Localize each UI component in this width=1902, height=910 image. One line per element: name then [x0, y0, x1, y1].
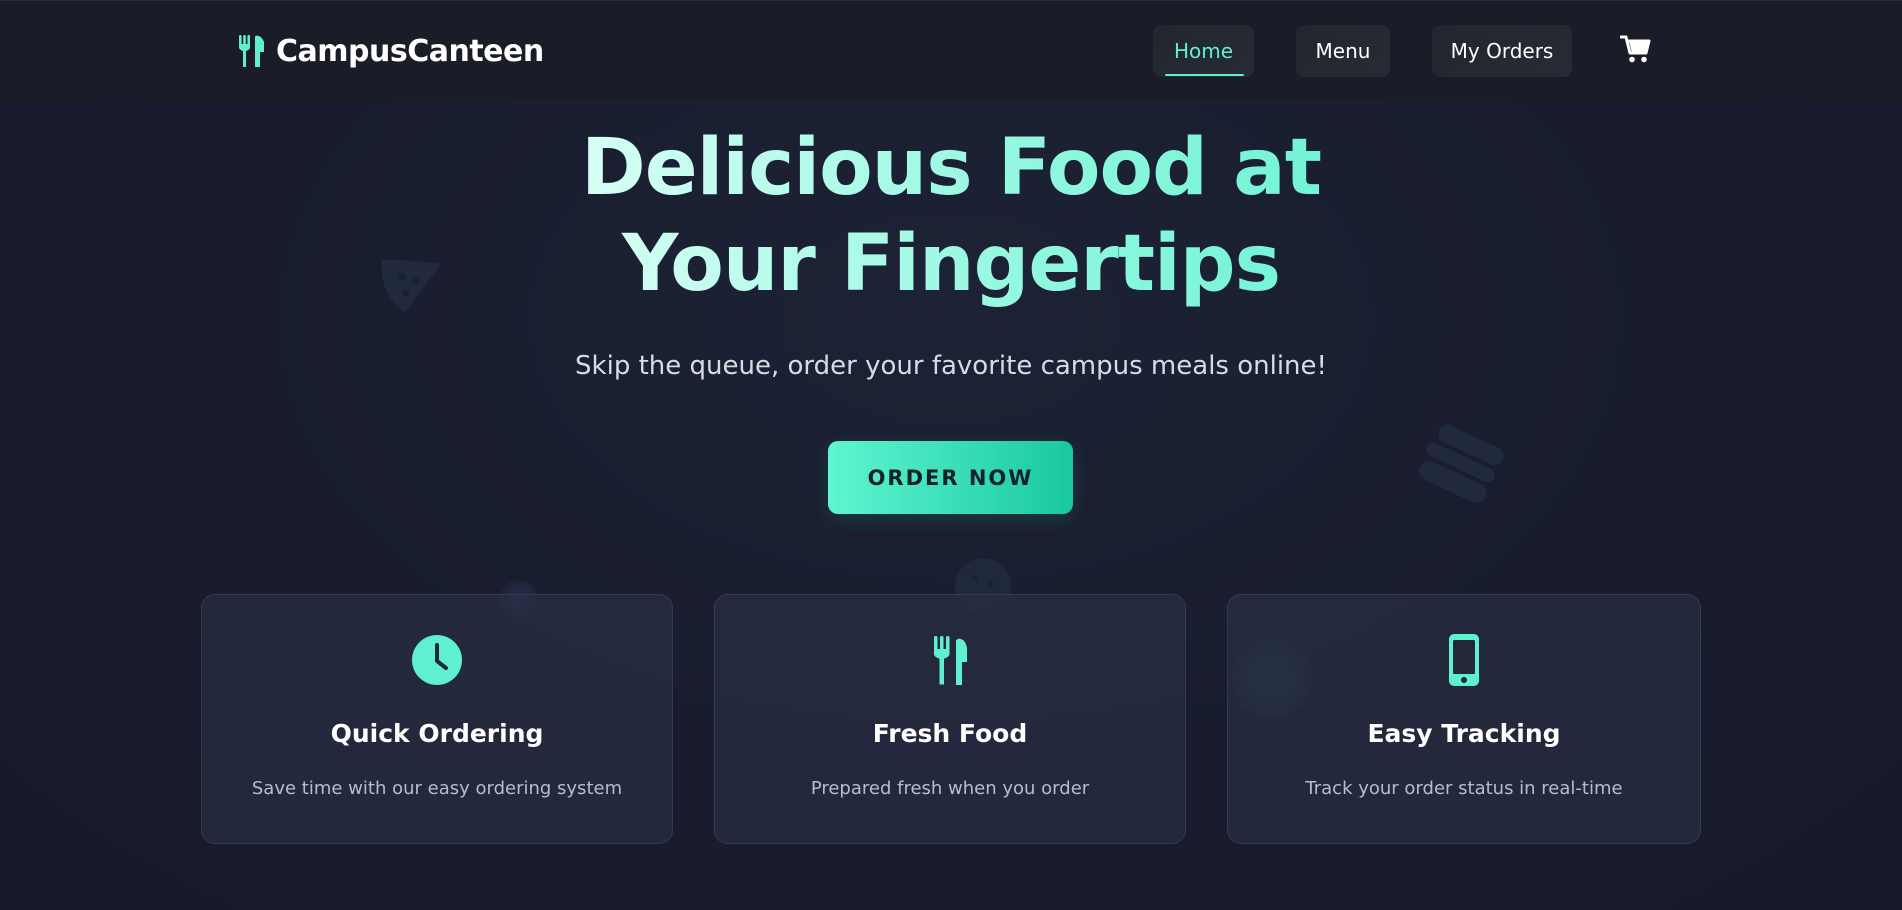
burger-icon — [1419, 425, 1504, 503]
nav-home-label: Home — [1173, 39, 1234, 63]
feature-title: Easy Tracking — [1367, 719, 1561, 748]
clock-icon — [412, 635, 462, 685]
nav-menu-link[interactable]: Menu — [1296, 25, 1390, 77]
brand-logo-link[interactable]: CampusCanteen — [238, 31, 544, 71]
feature-card-quick-ordering: Quick Ordering Save time with our easy o… — [201, 594, 673, 844]
active-indicator — [1165, 74, 1244, 76]
order-now-button[interactable]: ORDER NOW — [828, 441, 1073, 514]
feature-title: Quick Ordering — [330, 719, 544, 748]
utensils-icon — [933, 636, 967, 685]
nav-home-link[interactable]: Home — [1153, 25, 1254, 77]
nav-my-orders-link[interactable]: My Orders — [1432, 25, 1572, 77]
mobile-phone-icon — [1449, 634, 1479, 686]
nav-my-orders-label: My Orders — [1450, 39, 1554, 63]
brand-name: CampusCanteen — [276, 33, 544, 69]
shopping-cart-icon[interactable] — [1620, 34, 1652, 64]
hero-title: Delicious Food at Your Fingertips — [0, 120, 1902, 312]
nav-menu-label: Menu — [1315, 39, 1371, 63]
feature-description: Save time with our easy ordering system — [251, 778, 623, 799]
feature-title: Fresh Food — [872, 719, 1028, 748]
feature-description: Track your order status in real-time — [1305, 778, 1623, 799]
feature-description: Prepared fresh when you order — [810, 778, 1090, 799]
utensils-icon — [238, 35, 264, 67]
feature-card-easy-tracking: Easy Tracking Track your order status in… — [1227, 594, 1701, 844]
navbar: CampusCanteen Home Menu My Orders — [0, 0, 1902, 101]
hero-subtitle: Skip the queue, order your favorite camp… — [575, 351, 1327, 381]
feature-card-fresh-food: Fresh Food Prepared fresh when you order — [714, 594, 1186, 844]
